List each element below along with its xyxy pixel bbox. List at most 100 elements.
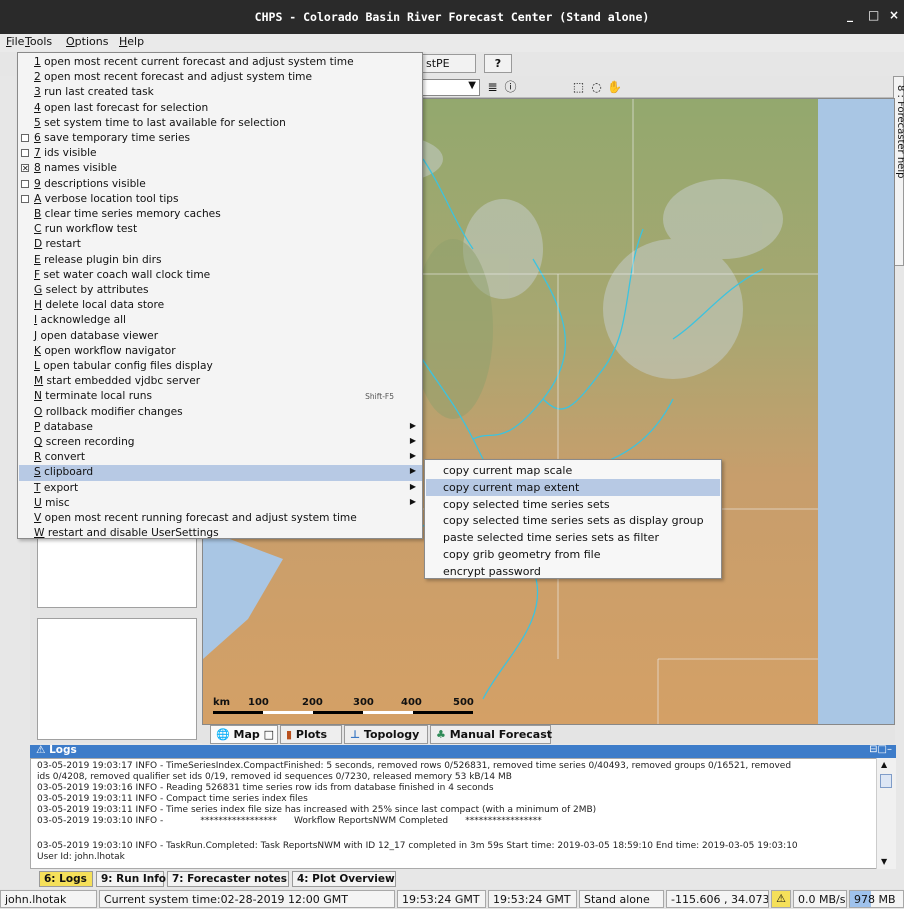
logs-text-area[interactable]: 03-05-2019 19:03:17 INFO - TimeSeriesInd… (30, 758, 886, 869)
menu-tools[interactable]: Tools (25, 35, 52, 48)
options-menu-item[interactable]: 1 open most recent current forecast and … (19, 55, 422, 70)
options-menu-item[interactable]: ✕ 8 names visible (19, 161, 422, 176)
checkbox-unchecked-icon[interactable] (21, 149, 29, 158)
scroll-thumb[interactable] (880, 774, 892, 788)
tab-run-info[interactable]: 9: Run Info (96, 871, 166, 887)
logs-window-controls[interactable]: ⊟□– (869, 744, 892, 755)
options-menu-item[interactable]: M start embedded vjdbc server (19, 374, 422, 389)
options-menu-item[interactable]: 7 ids visible (19, 146, 422, 161)
globe-icon: 🌐 (216, 728, 230, 741)
ocean-east (818, 99, 894, 724)
clipboard-menu-item[interactable]: copy current map extent (426, 478, 720, 496)
tab-manual-forecast[interactable]: ♣ Manual Forecast (430, 725, 552, 744)
options-menu-item[interactable]: S clipboard ▶ (19, 465, 422, 481)
submenu-arrow-icon: ▶ (409, 481, 416, 491)
scale-label: 500 (453, 697, 474, 708)
window-title-bar: CHPS - Colorado Basin River Forecast Cen… (0, 0, 904, 34)
log-line: 03-05-2019 19:03:17 INFO - TimeSeriesInd… (37, 761, 792, 771)
log-line: 03-05-2019 19:03:10 INFO - TaskRun.Compl… (37, 841, 798, 851)
tab-plot-overview[interactable]: 4: Plot Overview (292, 871, 396, 887)
scale-label: 300 (353, 697, 374, 708)
location-list-box[interactable] (37, 618, 197, 740)
clipboard-menu-item[interactable]: copy current map scale (426, 462, 720, 479)
options-menu-item[interactable]: 2 open most recent forecast and adjust s… (19, 70, 422, 85)
tab-plots[interactable]: ▮ Plots (280, 725, 342, 744)
checkbox-unchecked-icon[interactable] (21, 134, 29, 142)
detach-icon[interactable]: □ (264, 728, 274, 741)
status-memory[interactable]: 978 MB (849, 890, 904, 908)
scroll-up-icon[interactable]: ▲ (881, 760, 887, 769)
options-menu-item[interactable]: 5 set system time to last available for … (19, 116, 422, 131)
options-menu-item[interactable]: 3 run last created task (19, 85, 422, 100)
options-menu-item[interactable]: K open workflow navigator (19, 344, 422, 359)
options-menu-item[interactable]: L open tabular config files display (19, 359, 422, 374)
menu-help[interactable]: Help (119, 35, 144, 48)
options-menu-item[interactable]: 9 descriptions visible (19, 177, 422, 192)
options-menu-item[interactable]: D restart (19, 237, 422, 252)
workflow-button[interactable]: stPE (420, 54, 476, 73)
options-menu-item[interactable]: N terminate local runs Shift-F5 (19, 389, 422, 404)
options-menu-item[interactable]: 6 save temporary time series (19, 131, 422, 146)
options-menu-item[interactable]: B clear time series memory caches (19, 207, 422, 222)
checkbox-unchecked-icon[interactable] (21, 194, 29, 203)
status-bar: john.lhotak Current system time:02-28-20… (0, 889, 904, 909)
options-menu-item[interactable]: O rollback modifier changes (19, 405, 422, 420)
options-menu-item[interactable]: J open database viewer (19, 329, 422, 344)
logs-icon: ⚠ (36, 744, 46, 756)
log-line: 03-05-2019 19:03:16 INFO - Reading 52683… (37, 783, 494, 793)
menu-options[interactable]: Options (66, 35, 108, 48)
close-button[interactable]: × (889, 8, 899, 22)
options-menu-item[interactable]: E release plugin bin dirs (19, 253, 422, 268)
options-menu-item[interactable]: I acknowledge all (19, 313, 422, 328)
logs-scrollbar[interactable]: ▲ ▼ (876, 758, 896, 869)
options-menu-item[interactable]: A verbose location tool tips (19, 192, 422, 207)
scale-unit-label: km (213, 697, 231, 708)
submenu-arrow-icon: ▶ (409, 436, 416, 445)
rectangle-select-icon[interactable]: ⬚ (570, 79, 587, 96)
status-mode: Stand alone (579, 890, 664, 908)
checkbox-unchecked-icon[interactable] (21, 179, 29, 188)
info-icon[interactable]: ⓘ (502, 79, 519, 96)
shortcut-label: Shift-F5 (365, 392, 394, 402)
options-menu-item[interactable]: W restart and disable UserSettings (19, 526, 422, 541)
options-menu-item[interactable]: 4 open last forecast for selection (19, 101, 422, 116)
maximize-button[interactable]: □ (868, 8, 879, 22)
clipboard-menu-item[interactable]: copy grib geometry from file (426, 546, 720, 563)
warning-icon[interactable]: ⚠ (771, 890, 791, 908)
lasso-select-icon[interactable]: ◌ (588, 79, 605, 96)
checkbox-checked-icon[interactable]: ✕ (21, 164, 29, 173)
options-menu-item[interactable]: R convert ▶ (19, 450, 422, 465)
tab-topology[interactable]: ⊥ Topology (344, 725, 428, 744)
clipboard-menu-item[interactable]: encrypt password (426, 563, 720, 580)
log-line: User Id: john.lhotak (37, 852, 125, 862)
options-menu-item[interactable]: T export ▶ (19, 481, 422, 496)
tab-logs[interactable]: 6: Logs (39, 871, 93, 887)
options-menu-item[interactable]: V open most recent running forecast and … (19, 511, 422, 526)
map-layer-select[interactable]: ▼ (420, 79, 480, 96)
minimize-button[interactable]: _ (847, 8, 853, 22)
options-menu-item[interactable]: F set water coach wall clock time (19, 268, 422, 283)
status-time-2: 19:53:24 GMT (488, 890, 577, 908)
options-menu-item[interactable]: G select by attributes (19, 283, 422, 298)
tab-map[interactable]: 🌐 Map □ (210, 725, 278, 744)
options-menu-item[interactable]: U misc ▶ (19, 496, 422, 511)
clipboard-submenu: copy current map scale copy current map e… (424, 459, 722, 579)
clipboard-menu-item[interactable]: copy selected time series sets (426, 496, 720, 513)
pan-hand-icon[interactable]: ✋ (606, 79, 623, 96)
options-menu-item[interactable]: H delete local data store (19, 298, 422, 313)
log-line: 03-05-2019 19:03:11 INFO - Compact time … (37, 794, 308, 804)
scroll-down-icon[interactable]: ▼ (881, 857, 887, 866)
status-system-time[interactable]: Current system time:02-28-2019 12:00 GMT (99, 890, 395, 908)
status-coordinates: -115.606 , 34.073 (666, 890, 769, 908)
menu-file[interactable]: File (6, 35, 24, 48)
clipboard-menu-item[interactable]: copy selected time series sets as displa… (426, 512, 720, 529)
layers-icon[interactable]: ≣ (484, 79, 501, 96)
clipboard-menu-item[interactable]: paste selected time series sets as filte… (426, 529, 720, 546)
options-menu-item[interactable]: P database ▶ (19, 420, 422, 435)
manual-forecast-icon: ♣ (436, 728, 446, 741)
help-button[interactable]: ? (484, 54, 512, 73)
options-menu-item[interactable]: C run workflow test (19, 222, 422, 237)
options-menu: 1 open most recent current forecast and … (17, 52, 423, 539)
tab-forecaster-notes[interactable]: 7: Forecaster notes (167, 871, 289, 887)
options-menu-item[interactable]: Q screen recording ▶ (19, 435, 422, 450)
